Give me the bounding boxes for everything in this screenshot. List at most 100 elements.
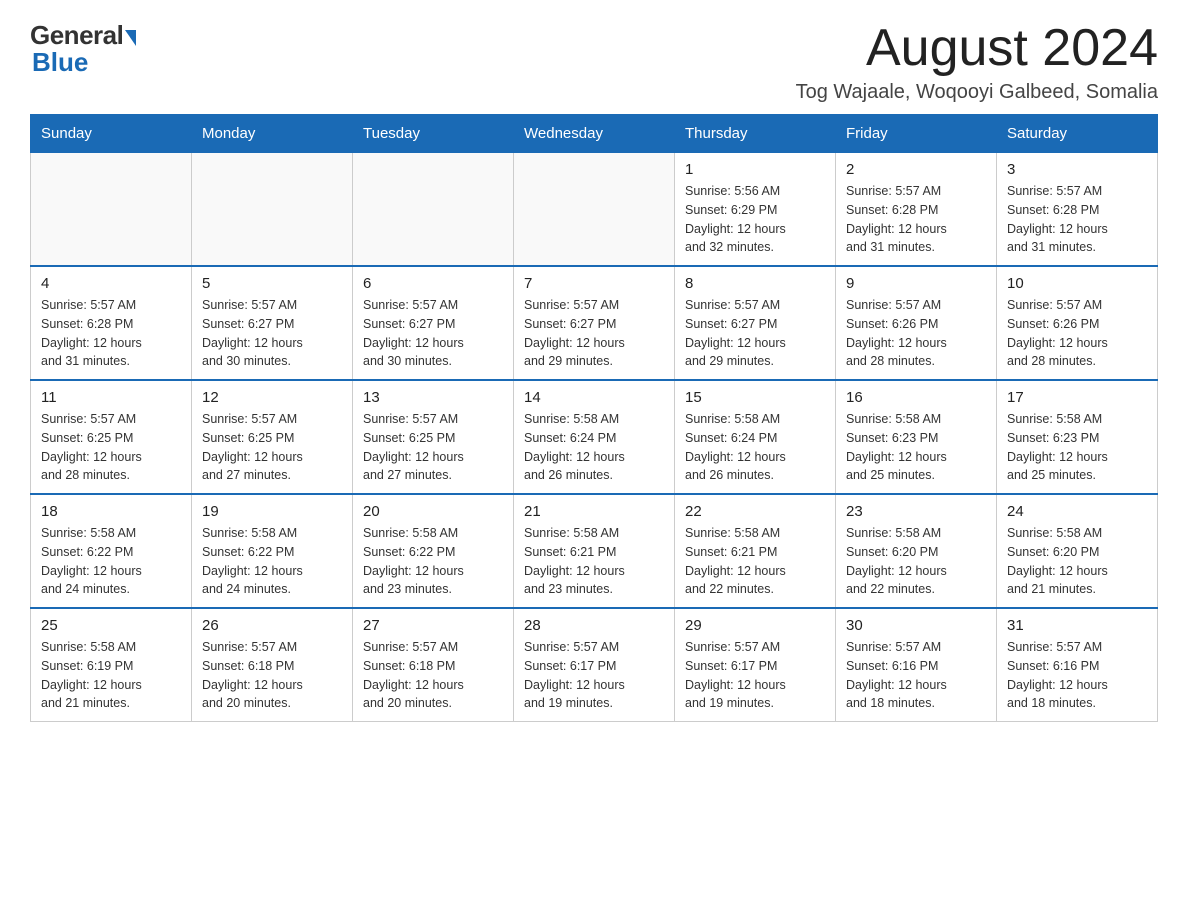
day-info: Sunrise: 5:58 AM Sunset: 6:20 PM Dayligh… <box>846 524 986 599</box>
calendar-table: Sunday Monday Tuesday Wednesday Thursday… <box>30 114 1158 722</box>
table-row: 9 Sunrise: 5:57 AM Sunset: 6:26 PM Daylig… <box>836 266 997 380</box>
day-number: 13 <box>363 389 503 406</box>
table-row: 6 Sunrise: 5:57 AM Sunset: 6:27 PM Daylig… <box>353 266 514 380</box>
header-sunday: Sunday <box>31 115 192 153</box>
table-row: 23Sunrise: 5:58 AM Sunset: 6:20 PM Dayli… <box>836 494 997 608</box>
day-number: 12 <box>202 389 342 406</box>
day-number: 1 <box>685 161 825 178</box>
day-number: 6 <box>363 275 503 292</box>
day-info: Sunrise: 5:56 AM Sunset: 6:29 PM Dayligh… <box>685 182 825 257</box>
day-info: Sunrise: 5:58 AM Sunset: 6:22 PM Dayligh… <box>363 524 503 599</box>
page-header: General Blue August 2024 Tog Wajaale, Wo… <box>30 20 1158 104</box>
table-row: 13 Sunrise: 5:57 AM Sunset: 6:25 PM Dayli… <box>353 380 514 494</box>
day-info: Sunrise: 5:58 AM Sunset: 6:24 PM Dayligh… <box>685 410 825 485</box>
day-number: 3 <box>1007 161 1147 178</box>
calendar-week-row: 11 Sunrise: 5:57 AM Sunset: 6:25 PM Dayli… <box>31 380 1158 494</box>
table-row: 1 Sunrise: 5:56 AM Sunset: 6:29 PM Daylig… <box>675 153 836 267</box>
table-row: 7 Sunrise: 5:57 AM Sunset: 6:27 PM Daylig… <box>514 266 675 380</box>
day-number: 21 <box>524 503 664 520</box>
month-title: August 2024 <box>796 20 1158 77</box>
table-row: 21Sunrise: 5:58 AM Sunset: 6:21 PM Dayli… <box>514 494 675 608</box>
day-info: Sunrise: 5:58 AM Sunset: 6:23 PM Dayligh… <box>846 410 986 485</box>
day-info: Sunrise: 5:57 AM Sunset: 6:25 PM Dayligh… <box>363 410 503 485</box>
table-row: 10 Sunrise: 5:57 AM Sunset: 6:26 PM Dayli… <box>997 266 1158 380</box>
day-info: Sunrise: 5:57 AM Sunset: 6:18 PM Dayligh… <box>363 638 503 713</box>
day-info: Sunrise: 5:57 AM Sunset: 6:27 PM Dayligh… <box>524 296 664 371</box>
table-row: 30Sunrise: 5:57 AM Sunset: 6:16 PM Dayli… <box>836 608 997 722</box>
table-row: 20Sunrise: 5:58 AM Sunset: 6:22 PM Dayli… <box>353 494 514 608</box>
day-info: Sunrise: 5:57 AM Sunset: 6:28 PM Dayligh… <box>846 182 986 257</box>
table-row: 24 Sunrise: 5:58 AM Sunset: 6:20 PM Dayli… <box>997 494 1158 608</box>
day-info: Sunrise: 5:58 AM Sunset: 6:21 PM Dayligh… <box>685 524 825 599</box>
header-friday: Friday <box>836 115 997 153</box>
logo-blue-text: Blue <box>32 47 88 77</box>
location-subtitle: Tog Wajaale, Woqooyi Galbeed, Somalia <box>796 81 1158 104</box>
day-info: Sunrise: 5:57 AM Sunset: 6:25 PM Dayligh… <box>41 410 181 485</box>
day-info: Sunrise: 5:57 AM Sunset: 6:17 PM Dayligh… <box>685 638 825 713</box>
day-info: Sunrise: 5:57 AM Sunset: 6:25 PM Dayligh… <box>202 410 342 485</box>
day-number: 16 <box>846 389 986 406</box>
day-number: 4 <box>41 275 181 292</box>
table-row: 26 Sunrise: 5:57 AM Sunset: 6:18 PM Dayli… <box>192 608 353 722</box>
table-row <box>514 153 675 267</box>
day-info: Sunrise: 5:57 AM Sunset: 6:26 PM Dayligh… <box>1007 296 1147 371</box>
day-number: 5 <box>202 275 342 292</box>
day-info: Sunrise: 5:58 AM Sunset: 6:23 PM Dayligh… <box>1007 410 1147 485</box>
day-info: Sunrise: 5:57 AM Sunset: 6:28 PM Dayligh… <box>41 296 181 371</box>
day-number: 27 <box>363 617 503 634</box>
day-number: 7 <box>524 275 664 292</box>
day-number: 17 <box>1007 389 1147 406</box>
day-number: 28 <box>524 617 664 634</box>
header-tuesday: Tuesday <box>353 115 514 153</box>
header-wednesday: Wednesday <box>514 115 675 153</box>
day-number: 26 <box>202 617 342 634</box>
header-saturday: Saturday <box>997 115 1158 153</box>
day-number: 11 <box>41 389 181 406</box>
table-row: 11 Sunrise: 5:57 AM Sunset: 6:25 PM Dayli… <box>31 380 192 494</box>
day-info: Sunrise: 5:57 AM Sunset: 6:27 PM Dayligh… <box>202 296 342 371</box>
day-number: 9 <box>846 275 986 292</box>
day-number: 25 <box>41 617 181 634</box>
day-number: 22 <box>685 503 825 520</box>
table-row: 27 Sunrise: 5:57 AM Sunset: 6:18 PM Dayli… <box>353 608 514 722</box>
calendar-week-row: 18 Sunrise: 5:58 AM Sunset: 6:22 PM Dayli… <box>31 494 1158 608</box>
day-number: 24 <box>1007 503 1147 520</box>
table-row: 29Sunrise: 5:57 AM Sunset: 6:17 PM Dayli… <box>675 608 836 722</box>
day-number: 19 <box>202 503 342 520</box>
table-row <box>353 153 514 267</box>
day-info: Sunrise: 5:57 AM Sunset: 6:26 PM Dayligh… <box>846 296 986 371</box>
day-info: Sunrise: 5:57 AM Sunset: 6:16 PM Dayligh… <box>1007 638 1147 713</box>
day-info: Sunrise: 5:57 AM Sunset: 6:17 PM Dayligh… <box>524 638 664 713</box>
logo-triangle-icon <box>125 30 136 46</box>
day-info: Sunrise: 5:57 AM Sunset: 6:28 PM Dayligh… <box>1007 182 1147 257</box>
header-monday: Monday <box>192 115 353 153</box>
table-row: 2 Sunrise: 5:57 AM Sunset: 6:28 PM Daylig… <box>836 153 997 267</box>
day-number: 10 <box>1007 275 1147 292</box>
day-info: Sunrise: 5:58 AM Sunset: 6:19 PM Dayligh… <box>41 638 181 713</box>
table-row: 22 Sunrise: 5:58 AM Sunset: 6:21 PM Dayli… <box>675 494 836 608</box>
table-row: 28 Sunrise: 5:57 AM Sunset: 6:17 PM Dayli… <box>514 608 675 722</box>
calendar-week-row: 1 Sunrise: 5:56 AM Sunset: 6:29 PM Daylig… <box>31 153 1158 267</box>
day-info: Sunrise: 5:58 AM Sunset: 6:22 PM Dayligh… <box>41 524 181 599</box>
day-info: Sunrise: 5:58 AM Sunset: 6:20 PM Dayligh… <box>1007 524 1147 599</box>
table-row <box>31 153 192 267</box>
table-row: 15Sunrise: 5:58 AM Sunset: 6:24 PM Dayli… <box>675 380 836 494</box>
day-info: Sunrise: 5:58 AM Sunset: 6:24 PM Dayligh… <box>524 410 664 485</box>
table-row: 31Sunrise: 5:57 AM Sunset: 6:16 PM Dayli… <box>997 608 1158 722</box>
day-info: Sunrise: 5:57 AM Sunset: 6:27 PM Dayligh… <box>363 296 503 371</box>
table-row: 16 Sunrise: 5:58 AM Sunset: 6:23 PM Dayli… <box>836 380 997 494</box>
title-area: August 2024 Tog Wajaale, Woqooyi Galbeed… <box>796 20 1158 104</box>
weekday-header-row: Sunday Monday Tuesday Wednesday Thursday… <box>31 115 1158 153</box>
day-number: 2 <box>846 161 986 178</box>
day-number: 14 <box>524 389 664 406</box>
table-row: 19 Sunrise: 5:58 AM Sunset: 6:22 PM Dayli… <box>192 494 353 608</box>
table-row: 18 Sunrise: 5:58 AM Sunset: 6:22 PM Dayli… <box>31 494 192 608</box>
calendar-week-row: 4 Sunrise: 5:57 AM Sunset: 6:28 PM Daylig… <box>31 266 1158 380</box>
day-number: 18 <box>41 503 181 520</box>
day-info: Sunrise: 5:58 AM Sunset: 6:22 PM Dayligh… <box>202 524 342 599</box>
table-row: 5 Sunrise: 5:57 AM Sunset: 6:27 PM Daylig… <box>192 266 353 380</box>
logo: General Blue <box>30 20 136 78</box>
day-number: 30 <box>846 617 986 634</box>
day-info: Sunrise: 5:57 AM Sunset: 6:18 PM Dayligh… <box>202 638 342 713</box>
table-row <box>192 153 353 267</box>
